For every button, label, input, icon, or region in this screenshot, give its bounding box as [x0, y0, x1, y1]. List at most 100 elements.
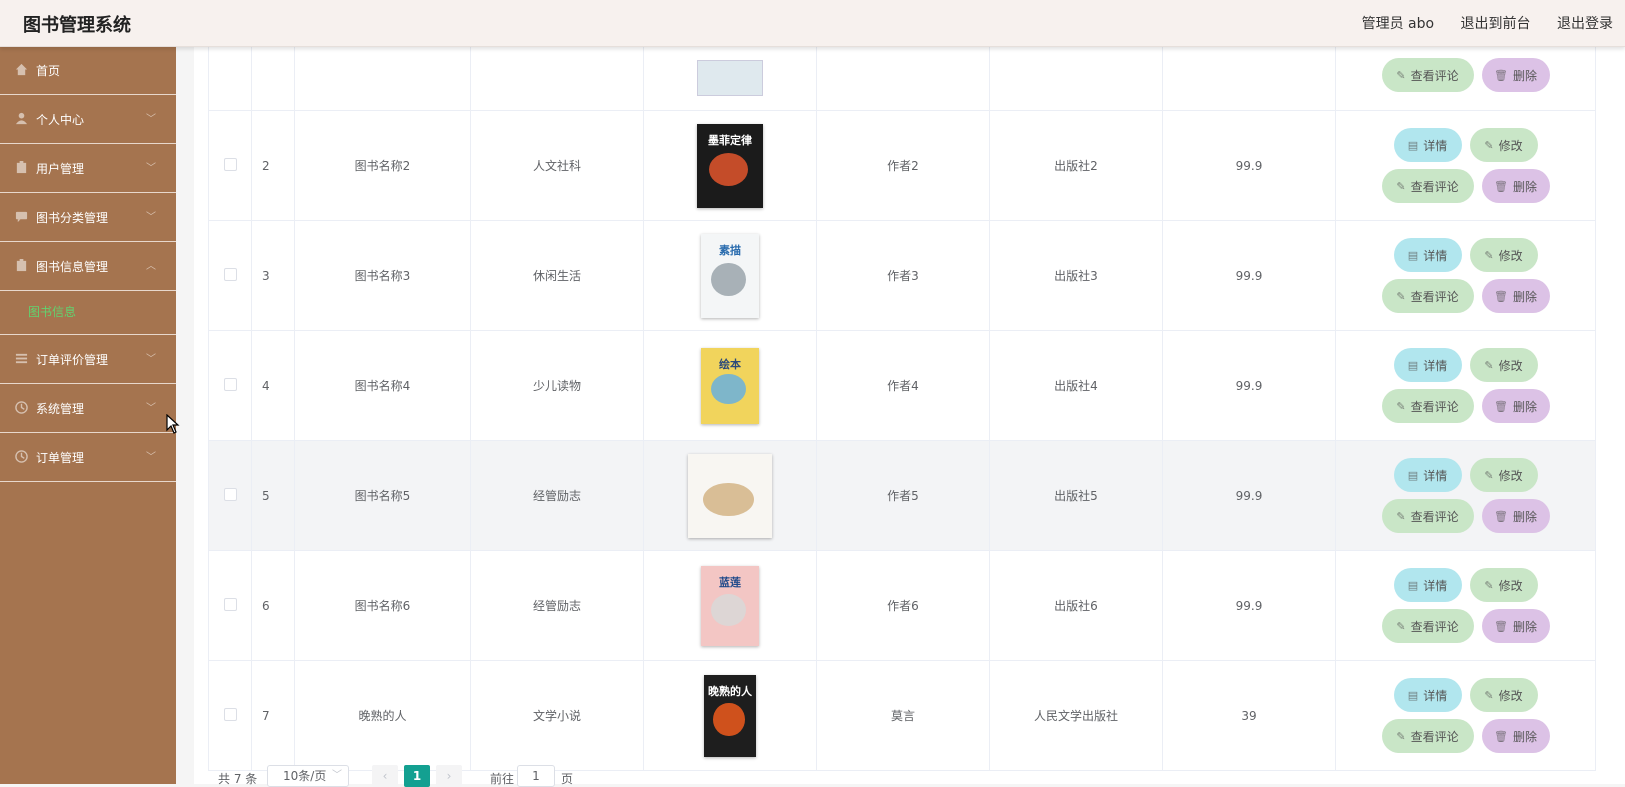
row-checkbox[interactable] — [223, 487, 237, 501]
clipboard-icon — [16, 161, 27, 174]
sidebar-item-label: 首页 — [36, 64, 61, 78]
view-reviews-button[interactable]: ✎ 查看评论 — [1381, 279, 1474, 313]
sidebar-subitem-label: 图书信息 — [28, 305, 77, 319]
top-bar-actions: 管理员 abo 退出到前台 退出登录 — [1340, 13, 1613, 33]
sidebar: 首页 个人中心 ﹀ 用户管理 ﹀ 图书分类管理 ﹀ 图书信息管理 ︿ 图书信息 … — [0, 46, 176, 784]
chevron-down-icon: ﹀ — [146, 403, 156, 414]
edit-button[interactable]: ✎ 修改 — [1469, 238, 1538, 272]
edit-icon: ✎ — [1396, 179, 1406, 193]
cover-title: 墨菲定律 — [708, 133, 752, 147]
delete-button[interactable]: 🗑 删除 — [1481, 719, 1550, 753]
chevron-down-icon: ﹀ — [146, 212, 156, 223]
publisher-cell: 人民文学出版社 — [989, 660, 1163, 771]
book-cover-image — [688, 453, 772, 538]
sidebar-item-user-management[interactable]: 用户管理 ﹀ — [0, 144, 176, 193]
edit-icon: ✎ — [1484, 578, 1494, 592]
book-category-cell: 少儿读物 — [470, 330, 644, 441]
edit-button[interactable]: ✎ 修改 — [1469, 458, 1538, 492]
row-index: 5 — [251, 440, 295, 551]
detail-button[interactable]: ▤ 详情 — [1393, 458, 1462, 492]
delete-button[interactable]: 🗑 删除 — [1481, 609, 1550, 643]
sidebar-item-home[interactable]: 首页 — [0, 46, 176, 95]
document-icon: ▤ — [1407, 578, 1419, 592]
row-checkbox[interactable] — [223, 597, 237, 611]
edit-icon: ✎ — [1396, 729, 1406, 743]
publisher-cell: 出版社5 — [989, 440, 1163, 551]
detail-button[interactable]: ▤ 详情 — [1393, 568, 1462, 602]
edit-icon: ✎ — [1484, 248, 1494, 262]
delete-button[interactable]: 🗑 删除 — [1481, 58, 1550, 92]
row-index: 6 — [251, 550, 295, 661]
edit-icon: ✎ — [1484, 688, 1494, 702]
sidebar-item-book-category[interactable]: 图书分类管理 ﹀ — [0, 193, 176, 242]
table-row: 2 图书名称2 人文社科 墨菲定律 作者2 出版社2 99.9 ▤ 详情 ✎ 修改 … — [208, 110, 1596, 221]
chat-icon — [15, 211, 28, 223]
detail-button[interactable]: ▤ 详情 — [1393, 238, 1462, 272]
cover-title: 素描 — [719, 243, 741, 257]
clipboard-icon — [16, 259, 27, 272]
clock-icon — [15, 401, 28, 414]
view-reviews-button[interactable]: ✎ 查看评论 — [1381, 499, 1474, 533]
book-cover-image: 晚熟的人 — [704, 674, 756, 757]
view-reviews-button[interactable]: ✎ 查看评论 — [1381, 389, 1474, 423]
sidebar-item-orders[interactable]: 订单管理 ﹀ — [0, 433, 176, 482]
table-row: 5 图书名称5 经管励志 作者5 出版社5 99.9 ▤ 详情 ✎ 修改 ✎ 查看评论… — [208, 440, 1596, 551]
edit-button[interactable]: ✎ 修改 — [1469, 128, 1538, 162]
cover-accent — [711, 262, 747, 297]
total-count: 共 7 条 — [218, 772, 258, 786]
sidebar-item-label: 图书分类管理 — [36, 211, 109, 225]
detail-button[interactable]: ▤ 详情 — [1393, 128, 1462, 162]
document-icon: ▤ — [1407, 358, 1419, 372]
cover-accent — [708, 152, 749, 187]
sidebar-item-personal-center[interactable]: 个人中心 ﹀ — [0, 95, 176, 144]
edit-button[interactable]: ✎ 修改 — [1469, 348, 1538, 382]
view-reviews-button[interactable]: ✎ 查看评论 — [1381, 58, 1474, 92]
edit-icon: ✎ — [1484, 358, 1494, 372]
book-name-cell: 图书名称6 — [294, 550, 471, 661]
price-cell: 99.9 — [1162, 220, 1336, 331]
back-to-front-link[interactable]: 退出到前台 — [1461, 16, 1531, 32]
table-row: 7 晚熟的人 文学小说 晚熟的人 莫言 人民文学出版社 39 ▤ 详情 ✎ 修改 ✎… — [208, 660, 1596, 771]
sidebar-item-system[interactable]: 系统管理 ﹀ — [0, 384, 176, 433]
view-reviews-button[interactable]: ✎ 查看评论 — [1381, 719, 1474, 753]
delete-button[interactable]: 🗑 删除 — [1481, 499, 1550, 533]
detail-button[interactable]: ▤ 详情 — [1393, 348, 1462, 382]
edit-button[interactable]: ✎ 修改 — [1469, 678, 1538, 712]
document-icon: ▤ — [1407, 138, 1419, 152]
edit-icon: ✎ — [1396, 289, 1406, 303]
book-cover-image: 墨菲定律 — [697, 123, 763, 208]
edit-icon: ✎ — [1396, 68, 1406, 82]
sidebar-item-label: 系统管理 — [36, 402, 85, 416]
book-category-cell: 休闲生活 — [470, 220, 644, 331]
book-category-cell: 文学小说 — [470, 660, 644, 771]
author-cell: 作者3 — [816, 220, 990, 331]
delete-button[interactable]: 🗑 删除 — [1481, 279, 1550, 313]
sidebar-item-book-info-management[interactable]: 图书信息管理 ︿ — [0, 242, 176, 291]
logout-link[interactable]: 退出登录 — [1557, 16, 1613, 32]
trash-icon: 🗑 — [1494, 729, 1508, 743]
sidebar-subitem-book-info[interactable]: 图书信息 — [0, 291, 176, 335]
table-panel: ✎ 查看评论 🗑 删除 2 图书名称2 人文社科 墨菲定律 作者2 出版社2 99.… — [194, 46, 1625, 784]
row-checkbox[interactable] — [223, 707, 237, 721]
row-checkbox[interactable] — [223, 267, 237, 281]
delete-button[interactable]: 🗑 删除 — [1481, 389, 1550, 423]
chevron-down-icon: ﹀ — [146, 114, 156, 125]
home-icon — [15, 63, 28, 76]
document-icon: ▤ — [1407, 468, 1419, 482]
chevron-down-icon: ﹀ — [146, 163, 156, 174]
table-row: 4 图书名称4 少儿读物 绘本 作者4 出版社4 99.9 ▤ 详情 ✎ 修改 ✎ 查… — [208, 330, 1596, 441]
author-cell: 作者6 — [816, 550, 990, 661]
book-name-cell: 图书名称3 — [294, 220, 471, 331]
delete-button[interactable]: 🗑 删除 — [1481, 169, 1550, 203]
book-name-cell: 图书名称2 — [294, 110, 471, 221]
sidebar-item-order-review[interactable]: 订单评价管理 ﹀ — [0, 335, 176, 384]
document-icon: ▤ — [1407, 688, 1419, 702]
trash-icon: 🗑 — [1494, 399, 1508, 413]
main-content: ✎ 查看评论 🗑 删除 2 图书名称2 人文社科 墨菲定律 作者2 出版社2 99.… — [176, 46, 1625, 784]
view-reviews-button[interactable]: ✎ 查看评论 — [1381, 609, 1474, 643]
edit-button[interactable]: ✎ 修改 — [1469, 568, 1538, 602]
detail-button[interactable]: ▤ 详情 — [1393, 678, 1462, 712]
row-checkbox[interactable] — [223, 377, 237, 391]
view-reviews-button[interactable]: ✎ 查看评论 — [1381, 169, 1474, 203]
row-checkbox[interactable] — [223, 157, 237, 171]
